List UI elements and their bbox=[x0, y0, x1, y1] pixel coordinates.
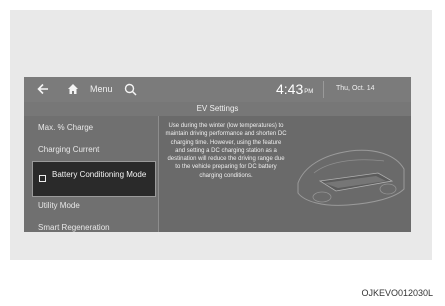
topbar-divider bbox=[323, 81, 324, 98]
page-header: EV Settings bbox=[24, 102, 411, 116]
figure-code: OJKEVO012030L bbox=[361, 288, 433, 298]
list-item-label: Battery Conditioning Mode bbox=[52, 170, 147, 179]
feature-description: Use during the winter (low temperatures)… bbox=[165, 123, 287, 179]
battery-conditioning-checkbox[interactable] bbox=[39, 175, 46, 182]
list-item-label: Charging Current bbox=[38, 145, 100, 154]
infotainment-screen: Menu 4:43PM Thu, Oct. 14 EV Settings Max… bbox=[24, 77, 411, 232]
list-item-label: Max. % Charge bbox=[38, 123, 94, 132]
top-bar: Menu 4:43PM Thu, Oct. 14 bbox=[24, 77, 411, 102]
list-divider bbox=[158, 116, 159, 232]
page-title: EV Settings bbox=[196, 104, 239, 113]
clock-ampm: PM bbox=[304, 89, 314, 95]
ev-car-illustration bbox=[297, 149, 405, 206]
search-icon[interactable] bbox=[124, 83, 137, 96]
clock-time: 4:43 bbox=[276, 81, 304, 97]
list-item-battery-conditioning[interactable]: Battery Conditioning Mode bbox=[32, 161, 156, 197]
list-item-label: Smart Regeneration bbox=[38, 223, 110, 232]
back-arrow-icon[interactable] bbox=[36, 82, 50, 96]
list-item-label: Utility Mode bbox=[38, 201, 80, 210]
clock: 4:43PM bbox=[276, 81, 313, 97]
home-icon[interactable] bbox=[67, 83, 79, 95]
menu-button[interactable]: Menu bbox=[90, 84, 113, 94]
date-label: Thu, Oct. 14 bbox=[336, 85, 375, 92]
